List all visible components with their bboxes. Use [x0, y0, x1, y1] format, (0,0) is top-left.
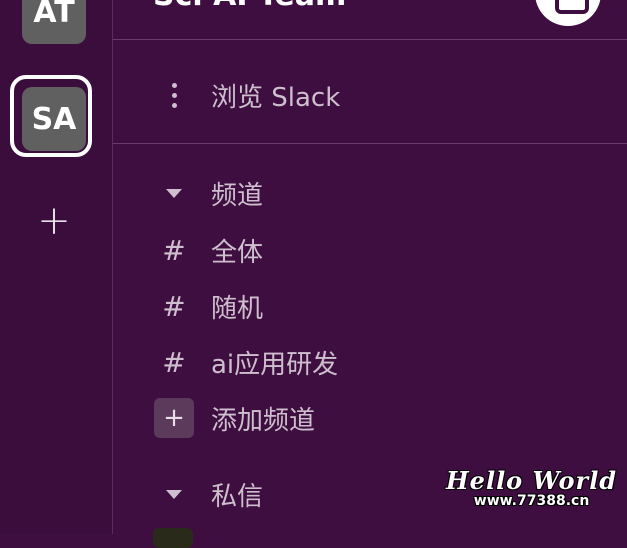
add-channel-button[interactable]: + 添加频道 [113, 396, 627, 440]
hash-icon: # [162, 233, 186, 267]
channel-name: 全体 [211, 237, 264, 268]
watermark-title: Hello World [446, 466, 618, 495]
caret-down-icon[interactable] [154, 188, 194, 198]
watermark: Hello World www.77388.cn [446, 466, 617, 509]
caret-down-icon[interactable] [154, 489, 194, 499]
watermark-url: www.77388.cn [473, 493, 590, 509]
workspace-rail: AT SA + [0, 0, 113, 534]
workspace-at[interactable]: AT [22, 0, 86, 44]
add-channel-label: 添加频道 [211, 405, 316, 436]
channel-item[interactable]: # 全体 [113, 228, 627, 272]
workspace-sa[interactable]: SA [22, 87, 86, 151]
plus-icon: + [37, 198, 71, 244]
hash-icon: # [162, 345, 186, 379]
channel-item[interactable]: # 随机 [113, 284, 627, 328]
divider [113, 143, 627, 144]
divider [113, 39, 627, 40]
plus-icon: + [154, 398, 194, 438]
channel-sidebar: Sci AI Team 浏览 Slack 频道 # 全体 # 随机 # ai应用… [113, 0, 627, 548]
channel-name: ai应用研发 [211, 349, 339, 380]
add-workspace-button[interactable]: + [34, 201, 74, 241]
avatar[interactable] [153, 528, 193, 548]
compose-icon [555, 0, 589, 14]
channels-section-label: 频道 [211, 180, 264, 211]
team-name[interactable]: Sci AI Team [153, 0, 346, 13]
hash-icon: # [162, 289, 186, 323]
channel-item[interactable]: # ai应用研发 [113, 340, 627, 384]
browse-slack-label: 浏览 Slack [211, 82, 341, 113]
channel-name: 随机 [211, 293, 264, 324]
channels-section-header[interactable]: 频道 [113, 171, 627, 215]
more-vertical-icon [154, 82, 194, 108]
browse-slack-item[interactable]: 浏览 Slack [113, 73, 627, 117]
compose-button[interactable] [535, 0, 601, 26]
dm-section-label: 私信 [211, 481, 264, 512]
